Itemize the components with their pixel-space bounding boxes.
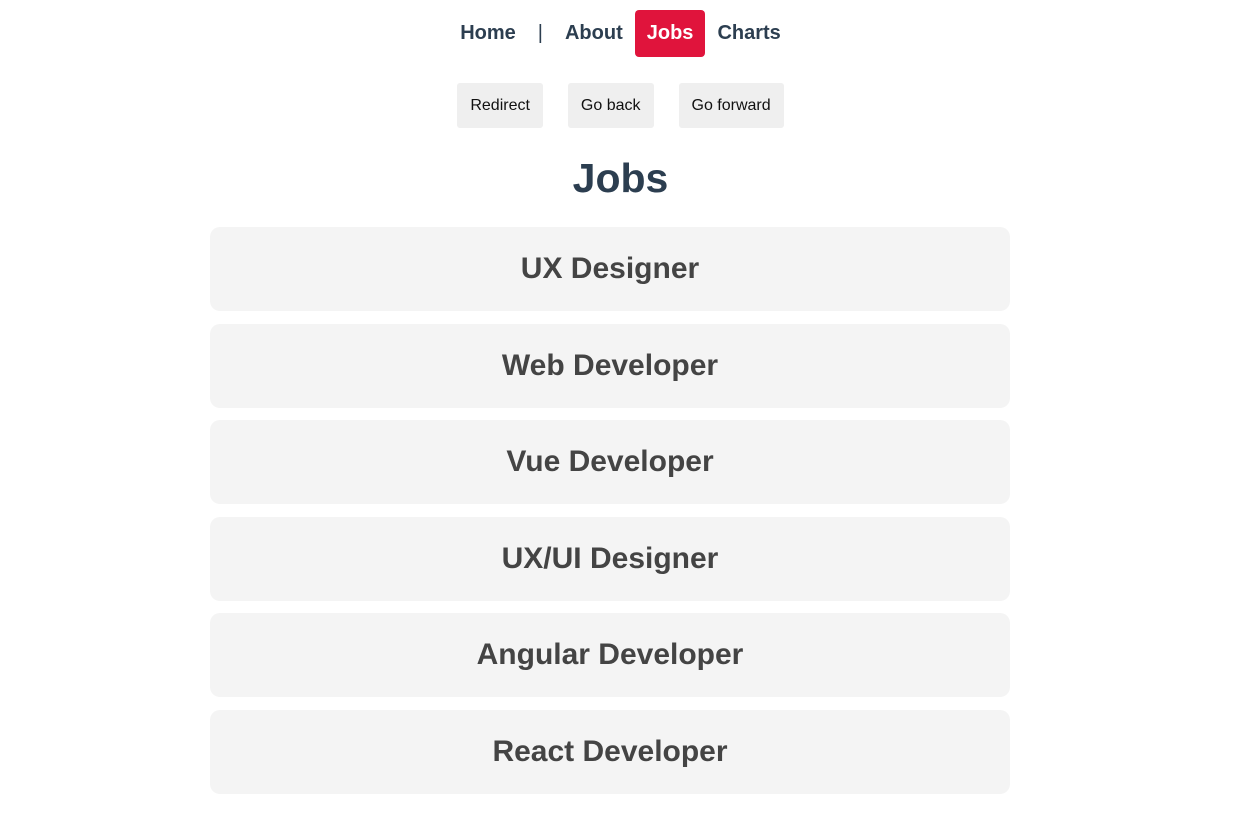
job-list: UX Designer Web Developer Vue Developer …: [210, 227, 1010, 807]
go-forward-button[interactable]: Go forward: [678, 83, 784, 128]
navigation-actions: Redirect Go back Go forward: [0, 83, 1241, 128]
job-title: UX/UI Designer: [501, 541, 719, 575]
job-item-web-developer[interactable]: Web Developer: [210, 323, 1010, 408]
job-item-react-developer[interactable]: React Developer: [210, 709, 1010, 794]
job-title: Angular Developer: [476, 638, 744, 672]
nav-link-home[interactable]: Home: [448, 10, 528, 57]
nav-separator: |: [537, 22, 543, 44]
job-item-ux-designer[interactable]: UX Designer: [210, 227, 1010, 311]
page-title: Jobs: [572, 155, 669, 201]
job-item-ux-ui-designer[interactable]: UX/UI Designer: [210, 516, 1010, 601]
job-title: React Developer: [492, 734, 728, 768]
job-item-vue-developer[interactable]: Vue Developer: [210, 420, 1010, 505]
job-title: UX Designer: [520, 252, 700, 285]
go-back-button[interactable]: Go back: [567, 83, 654, 128]
nav-link-jobs[interactable]: Jobs: [634, 10, 706, 57]
nav-link-about[interactable]: About: [553, 10, 635, 57]
nav-link-charts[interactable]: Charts: [705, 10, 792, 57]
main-nav: Home | About Jobs Charts: [0, 10, 1241, 57]
redirect-button[interactable]: Redirect: [457, 83, 543, 128]
job-title: Vue Developer: [506, 445, 714, 479]
job-title: Web Developer: [501, 348, 719, 382]
job-item-angular-developer[interactable]: Angular Developer: [210, 613, 1010, 698]
